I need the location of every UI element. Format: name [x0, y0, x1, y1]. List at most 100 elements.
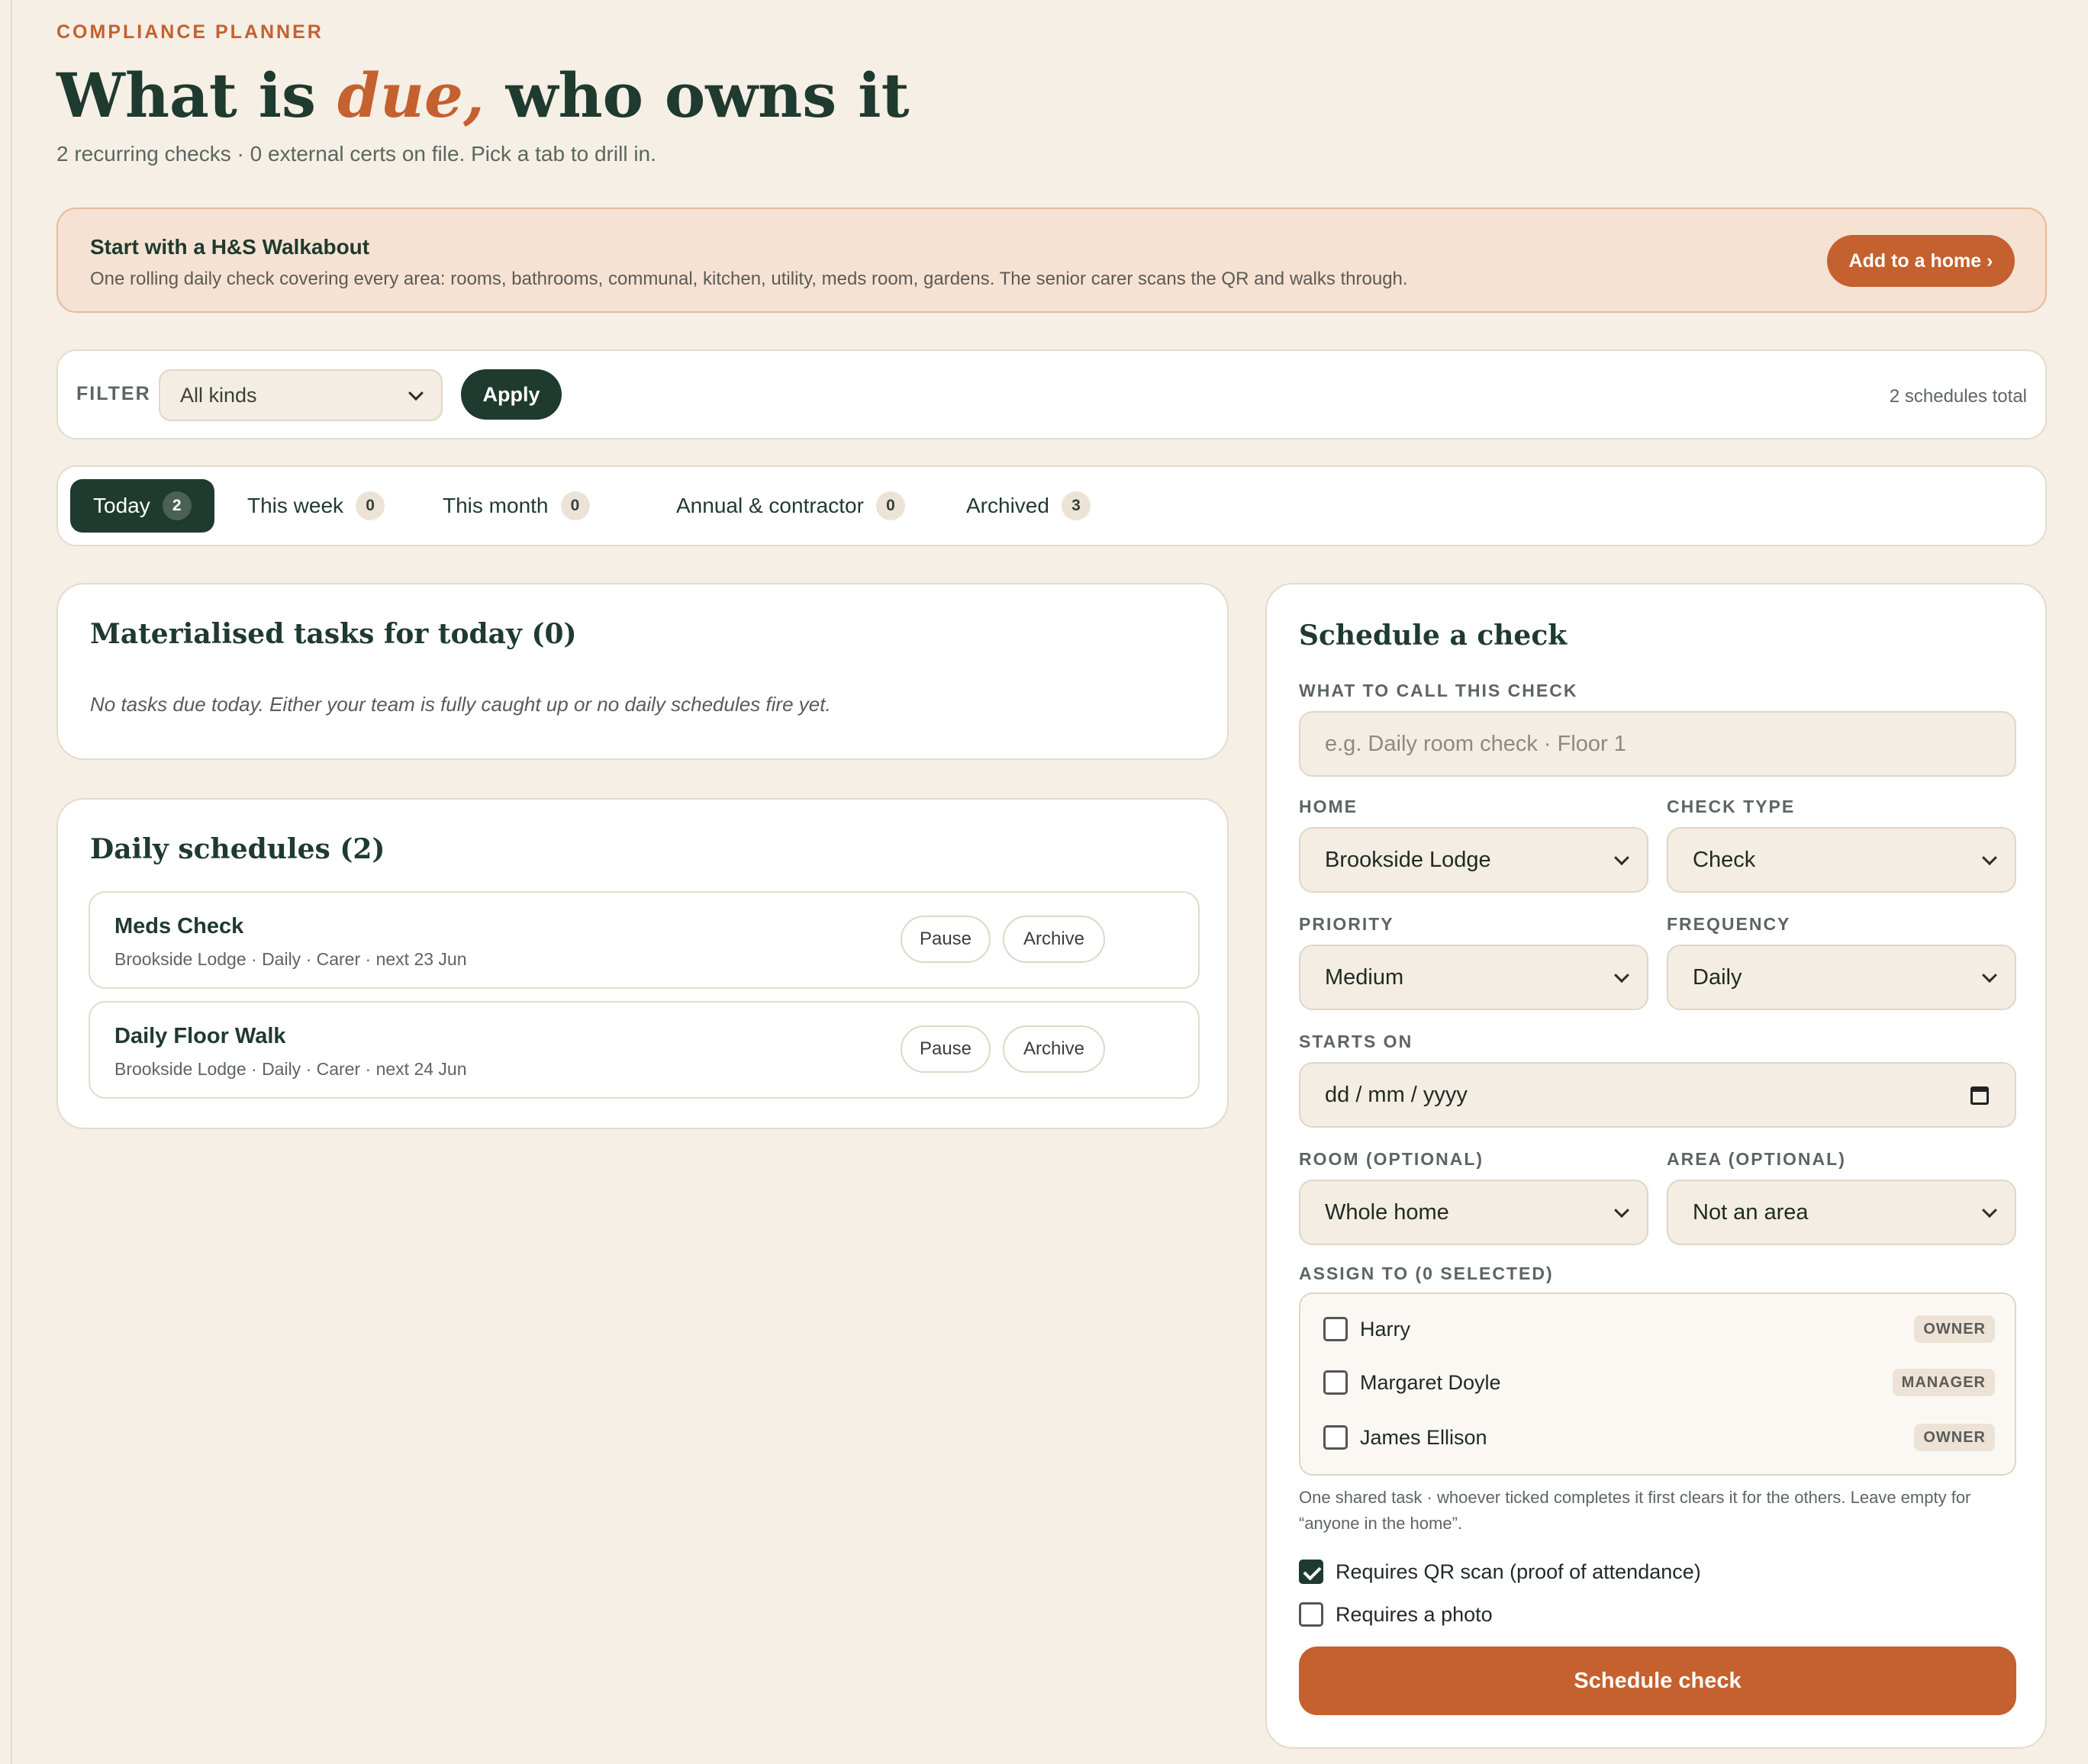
requires-photo-label: Requires a photo: [1336, 1602, 1493, 1626]
check-type-select[interactable]: Check: [1667, 827, 2016, 893]
calendar-icon[interactable]: [1970, 1086, 1989, 1105]
pause-button[interactable]: Pause: [901, 916, 991, 963]
tasks-empty-message: No tasks due today. Either your team is …: [90, 693, 831, 716]
priority-select[interactable]: Medium: [1299, 945, 1648, 1010]
title-post: who owns it: [484, 60, 910, 131]
chevron-down-icon: [408, 385, 424, 401]
kind-filter-select[interactable]: All kinds: [159, 369, 443, 421]
assignee-checkbox[interactable]: [1323, 1425, 1348, 1450]
schedule-meta: Brookside Lodge · Daily · Carer · next 2…: [114, 1059, 467, 1079]
role-badge: OWNER: [1914, 1424, 1995, 1451]
schedule-check-card: Schedule a check WHAT TO CALL THIS CHECK…: [1265, 583, 2047, 1749]
home-select[interactable]: Brookside Lodge: [1299, 827, 1648, 893]
chevron-down-icon: [1614, 1202, 1629, 1218]
role-badge: OWNER: [1914, 1315, 1995, 1343]
tab-label: Annual & contractor: [676, 494, 864, 517]
check-name-placeholder: e.g. Daily room check · Floor 1: [1325, 731, 1626, 756]
assignee-name: Margaret Doyle: [1360, 1370, 1501, 1394]
tab-count-badge: 0: [560, 491, 590, 520]
schedule-row[interactable]: Meds Check Brookside Lodge · Daily · Car…: [89, 891, 1200, 989]
requires-photo-checkbox[interactable]: [1299, 1602, 1323, 1627]
tab-label: This week: [247, 494, 344, 517]
page-subtitle: 2 recurring checks · 0 external certs on…: [56, 142, 656, 166]
filter-label: FILTER: [76, 383, 151, 404]
check-name-input[interactable]: e.g. Daily room check · Floor 1: [1299, 711, 2016, 777]
walkabout-banner: Start with a H&S Walkabout One rolling d…: [56, 208, 2047, 313]
chevron-down-icon: [1982, 1202, 1997, 1218]
chevron-down-icon: [1614, 967, 1629, 983]
add-to-home-button[interactable]: Add to a home ›: [1827, 235, 2015, 287]
tab-count-badge: 3: [1061, 491, 1091, 520]
assignee-checkbox[interactable]: [1323, 1370, 1348, 1395]
tab-count-badge: 2: [162, 491, 192, 520]
home-value: Brookside Lodge: [1325, 847, 1491, 872]
assign-help-text: One shared task · whoever ticked complet…: [1299, 1488, 1971, 1533]
assignee-row[interactable]: James Ellison OWNER: [1323, 1421, 1995, 1454]
pause-button[interactable]: Pause: [901, 1025, 991, 1073]
tab-annual-contractor[interactable]: Annual & contractor 0: [653, 479, 928, 533]
tab-count-badge: 0: [356, 491, 385, 520]
banner-description: One rolling daily check covering every a…: [90, 269, 1408, 289]
check-type-label: CHECK TYPE: [1667, 797, 1796, 816]
tab-label: Archived: [966, 494, 1049, 517]
chevron-down-icon: [1982, 967, 1997, 983]
assignee-name: Harry: [1360, 1317, 1410, 1341]
chevron-down-icon: [1614, 850, 1629, 866]
home-label: HOME: [1299, 797, 1358, 816]
archive-button[interactable]: Archive: [1003, 1025, 1105, 1073]
page: COMPLIANCE PLANNER What is due, who owns…: [11, 0, 2088, 1764]
chevron-down-icon: [1982, 850, 1997, 866]
tab-bar: Today 2 This week 0 This month 0 Annual …: [56, 465, 2047, 546]
assignee-row[interactable]: Harry OWNER: [1323, 1312, 1995, 1346]
requires-qr-label: Requires QR scan (proof of attendance): [1336, 1560, 1701, 1583]
assignee-row[interactable]: Margaret Doyle MANAGER: [1323, 1366, 1995, 1399]
archive-button[interactable]: Archive: [1003, 916, 1105, 963]
role-badge: MANAGER: [1892, 1369, 1995, 1396]
tasks-today-card: Materialised tasks for today (0) No task…: [56, 583, 1229, 760]
room-select[interactable]: Whole home: [1299, 1180, 1648, 1245]
tab-count-badge: 0: [875, 491, 905, 520]
schedule-name: Daily Floor Walk: [114, 1024, 286, 1048]
area-select[interactable]: Not an area: [1667, 1180, 2016, 1245]
title-pre: What is: [56, 60, 337, 131]
tasks-today-title: Materialised tasks for today (0): [90, 618, 577, 650]
frequency-label: FREQUENCY: [1667, 914, 1791, 934]
starts-on-value: dd / mm / yyyy: [1325, 1082, 1468, 1107]
tab-label: This month: [443, 494, 549, 517]
title-accent: due,: [337, 60, 485, 131]
requires-qr-checkbox[interactable]: [1299, 1560, 1323, 1584]
starts-on-date-input[interactable]: dd / mm / yyyy: [1299, 1062, 2016, 1128]
requires-qr-option[interactable]: Requires QR scan (proof of attendance): [1299, 1560, 1701, 1584]
apply-button[interactable]: Apply: [461, 369, 562, 420]
assignee-checkbox[interactable]: [1323, 1317, 1348, 1341]
frequency-select[interactable]: Daily: [1667, 945, 2016, 1010]
tab-today[interactable]: Today 2: [70, 479, 214, 533]
kind-filter-value: All kinds: [180, 383, 257, 407]
page-title: What is due, who owns it: [56, 60, 910, 131]
assignee-name: James Ellison: [1360, 1425, 1487, 1449]
area-label: AREA (OPTIONAL): [1667, 1149, 1846, 1169]
check-type-value: Check: [1693, 847, 1756, 872]
schedule-row[interactable]: Daily Floor Walk Brookside Lodge · Daily…: [89, 1001, 1200, 1099]
schedule-form-title: Schedule a check: [1299, 620, 1568, 652]
schedule-check-button[interactable]: Schedule check: [1299, 1647, 2016, 1715]
frequency-value: Daily: [1693, 964, 1742, 990]
tab-this-month[interactable]: This month 0: [420, 479, 613, 533]
daily-schedules-card: Daily schedules (2) Meds Check Brookside…: [56, 798, 1229, 1129]
banner-title: Start with a H&S Walkabout: [90, 235, 370, 259]
tab-this-week[interactable]: This week 0: [224, 479, 408, 533]
assign-to-label: ASSIGN TO (0 SELECTED): [1299, 1263, 1554, 1283]
daily-schedules-title: Daily schedules (2): [90, 833, 385, 865]
filter-bar: FILTER All kinds Apply 2 schedules total: [56, 349, 2047, 439]
area-value: Not an area: [1693, 1199, 1809, 1225]
tab-label: Today: [93, 494, 150, 517]
eyebrow: COMPLIANCE PLANNER: [56, 21, 324, 43]
schedules-total: 2 schedules total: [1889, 386, 2027, 407]
schedule-meta: Brookside Lodge · Daily · Carer · next 2…: [114, 949, 467, 969]
tab-archived[interactable]: Archived 3: [943, 479, 1113, 533]
schedule-name: Meds Check: [114, 914, 244, 938]
room-value: Whole home: [1325, 1199, 1449, 1225]
priority-value: Medium: [1325, 964, 1404, 990]
starts-on-label: STARTS ON: [1299, 1032, 1413, 1051]
requires-photo-option[interactable]: Requires a photo: [1299, 1602, 1493, 1627]
